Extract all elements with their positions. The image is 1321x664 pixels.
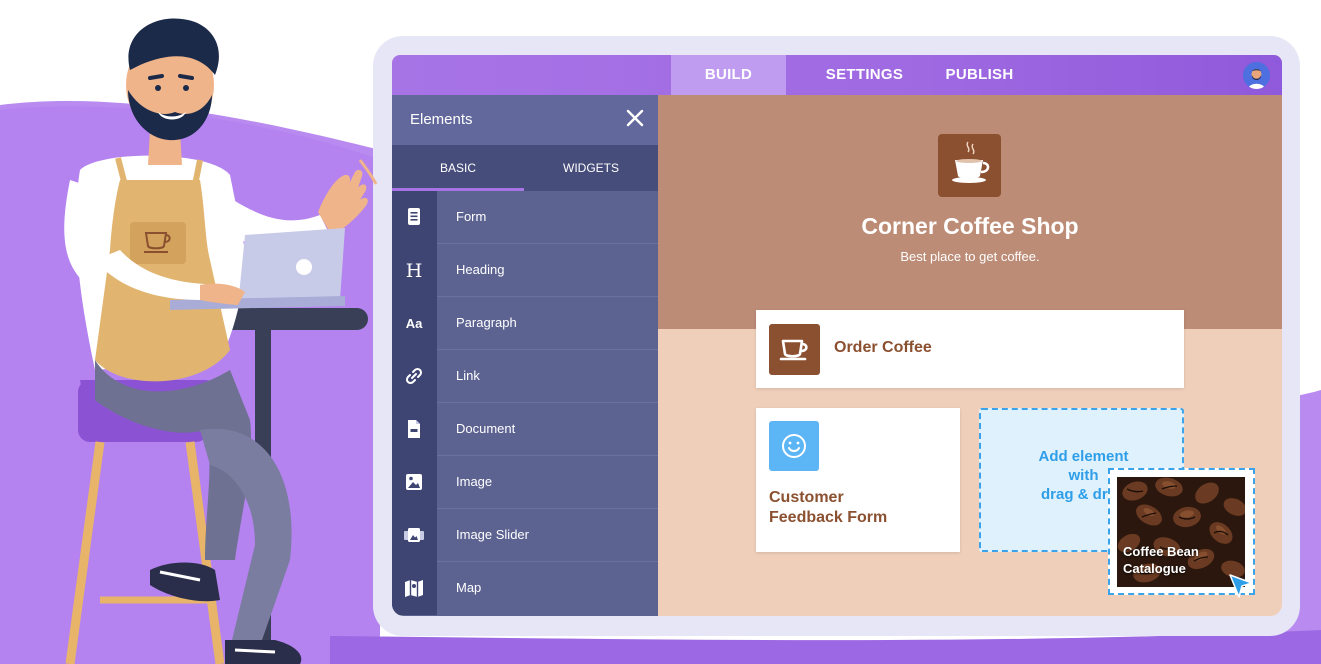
link-icon	[405, 367, 423, 385]
drag-label-line1: Coffee Bean	[1123, 544, 1199, 559]
customer-feedback-card[interactable]: Customer Feedback Form	[756, 408, 960, 552]
element-item-map[interactable]: Map	[392, 562, 658, 615]
svg-text:H: H	[406, 260, 423, 281]
element-item-link[interactable]: Link	[392, 350, 658, 403]
app-screen: BUILD SETTINGS PUBLISH Elements BASIC WI…	[392, 55, 1282, 616]
element-item-image[interactable]: Image	[392, 456, 658, 509]
tab-basic[interactable]: BASIC	[392, 145, 524, 191]
panel-title: Elements	[410, 111, 473, 128]
elements-panel: Elements BASIC WIDGETS Form H Heading Aa…	[392, 95, 658, 616]
element-label-form: Form	[456, 209, 487, 224]
map-icon	[405, 580, 423, 597]
page-hero: Corner Coffee Shop Best place to get cof…	[658, 95, 1282, 329]
close-icon[interactable]	[624, 107, 646, 129]
top-navigation-bar: BUILD SETTINGS PUBLISH	[392, 55, 1282, 95]
tab-publish[interactable]: PUBLISH	[932, 55, 1027, 95]
barista-illustration	[64, 18, 378, 664]
element-item-document[interactable]: Document	[392, 403, 658, 456]
feedback-label-line1: Customer	[769, 489, 844, 506]
drop-text-line1: Add element	[1038, 448, 1129, 465]
page-subtitle: Best place to get coffee.	[900, 249, 1040, 264]
image-slider-icon	[404, 528, 424, 542]
element-item-paragraph[interactable]: Aa Paragraph	[392, 297, 658, 350]
feedback-label-line2: Feedback Form	[769, 509, 888, 526]
element-label-map: Map	[456, 580, 482, 595]
panel-header: Elements	[392, 95, 658, 145]
user-avatar-icon[interactable]	[1243, 62, 1270, 89]
element-label-image: Image	[456, 474, 493, 489]
drag-label-line2: Catalogue	[1123, 561, 1186, 576]
page-canvas: Corner Coffee Shop Best place to get cof…	[658, 95, 1282, 616]
element-label-image-slider: Image Slider	[456, 527, 529, 542]
coffee-cup-icon	[769, 324, 820, 375]
customer-feedback-label: Customer Feedback Form	[769, 488, 949, 528]
image-icon	[406, 474, 422, 490]
form-icon	[408, 208, 420, 225]
coffee-beans-image: Coffee Bean Catalogue	[1117, 477, 1245, 587]
element-label-link: Link	[456, 368, 480, 383]
tab-settings[interactable]: SETTINGS	[812, 55, 917, 95]
order-coffee-label: Order Coffee	[834, 339, 932, 356]
coffee-cup-logo-icon	[938, 134, 1001, 197]
elements-list: Form H Heading Aa Paragraph Link Documen…	[392, 191, 658, 615]
document-icon	[408, 420, 420, 438]
page-title: Corner Coffee Shop	[861, 213, 1079, 239]
illustration-stage: BUILD SETTINGS PUBLISH Elements BASIC WI…	[0, 0, 1321, 664]
element-label-paragraph: Paragraph	[456, 315, 517, 330]
element-label-heading: Heading	[456, 262, 505, 277]
svg-text:Aa: Aa	[406, 316, 423, 331]
element-item-image-slider[interactable]: Image Slider	[392, 509, 658, 562]
element-item-heading[interactable]: H Heading	[392, 244, 658, 297]
dragged-element-label: Coffee Bean Catalogue	[1123, 543, 1199, 577]
panel-tabs: BASIC WIDGETS	[392, 145, 658, 191]
element-item-form[interactable]: Form	[392, 191, 658, 244]
smiley-icon	[769, 421, 819, 471]
tab-build[interactable]: BUILD	[671, 55, 786, 95]
element-label-document: Document	[456, 421, 516, 436]
mouse-cursor-icon	[1229, 574, 1253, 598]
tab-widgets[interactable]: WIDGETS	[524, 145, 658, 191]
heading-icon: H	[406, 260, 423, 281]
order-coffee-card[interactable]: Order Coffee	[756, 310, 1184, 388]
paragraph-icon: Aa	[406, 316, 423, 331]
